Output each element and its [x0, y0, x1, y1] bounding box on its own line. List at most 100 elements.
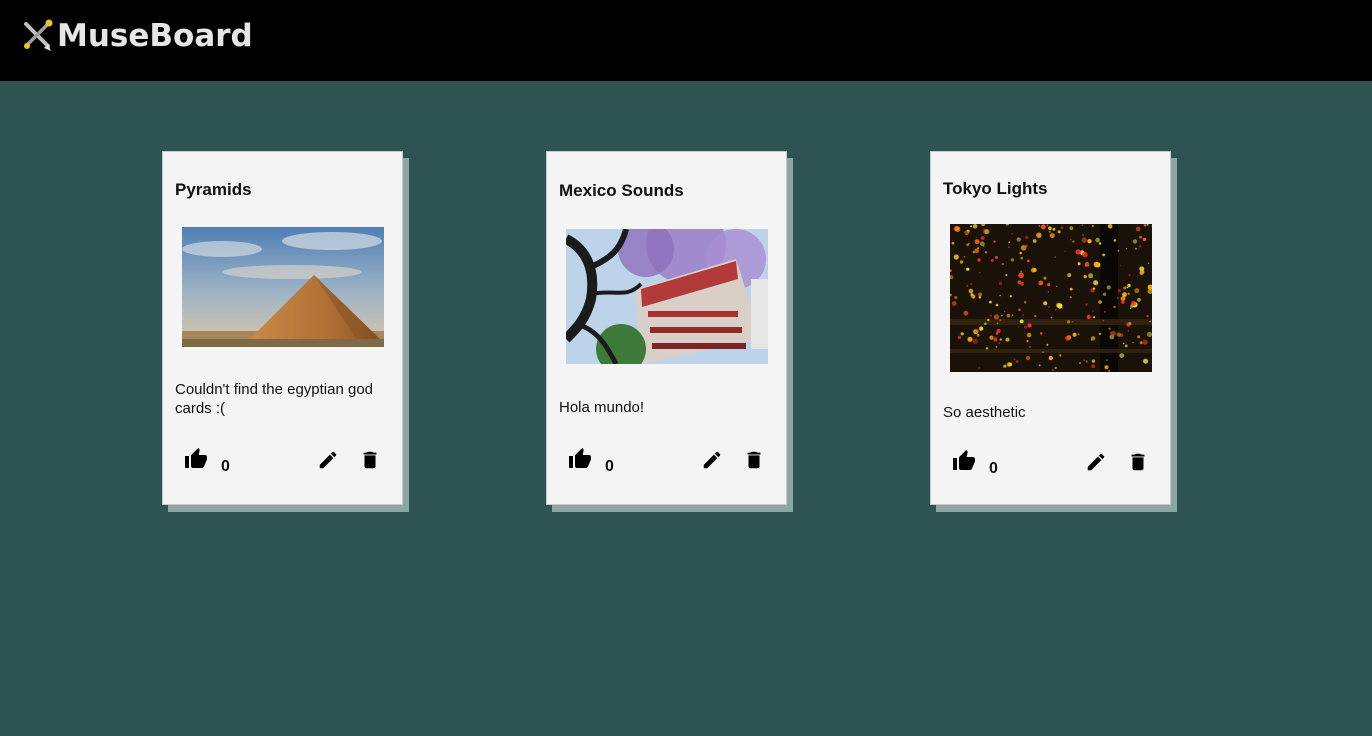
light-dot	[951, 241, 955, 245]
light-dot	[963, 310, 969, 316]
card-description: So aesthetic	[943, 404, 1026, 421]
light-dot	[1052, 369, 1054, 371]
light-dot	[966, 267, 970, 271]
light-dot	[1126, 286, 1129, 289]
light-dot	[1011, 233, 1013, 235]
light-dot	[1119, 264, 1122, 266]
light-dot	[1137, 297, 1141, 302]
light-dot	[1066, 335, 1072, 340]
light-dot	[1079, 362, 1081, 364]
light-dot	[1071, 320, 1074, 323]
card-title: Mexico Sounds	[559, 181, 684, 200]
light-dot	[1081, 237, 1087, 243]
light-dot	[1020, 256, 1024, 260]
light-dot	[1057, 230, 1061, 234]
light-dot	[1127, 292, 1130, 295]
light-dot	[990, 258, 994, 262]
light-dot	[954, 226, 961, 232]
light-dot	[1142, 237, 1147, 242]
light-dot	[1075, 249, 1081, 255]
light-dot	[1081, 224, 1083, 226]
light-dot	[984, 322, 987, 326]
light-dot	[1043, 276, 1047, 280]
light-dot	[1139, 235, 1142, 239]
light-dot	[1104, 365, 1109, 370]
app-title: MuseBoard	[57, 18, 253, 54]
light-dot	[1046, 224, 1049, 227]
light-dot	[1048, 306, 1050, 308]
like-count: 0	[989, 460, 998, 477]
light-dot	[995, 345, 998, 348]
light-dot	[1104, 310, 1106, 313]
light-dot	[1095, 283, 1098, 286]
light-dot	[1003, 364, 1007, 368]
light-dot	[1116, 297, 1119, 299]
light-dot	[1059, 354, 1062, 357]
light-dot	[1085, 360, 1088, 363]
light-dot	[1087, 239, 1092, 244]
light-dot	[1010, 258, 1015, 262]
light-dot	[1093, 316, 1096, 319]
light-dot	[1083, 359, 1085, 361]
light-dot	[953, 254, 959, 260]
edit-button[interactable]	[1083, 449, 1109, 475]
delete-button[interactable]	[1125, 449, 1151, 475]
light-dot	[1025, 356, 1031, 361]
light-dot	[984, 251, 988, 254]
light-dot	[1117, 249, 1120, 252]
thumb-up-icon	[953, 450, 975, 470]
light-dot	[966, 285, 968, 287]
light-dot	[1069, 287, 1073, 291]
light-dot	[1032, 268, 1037, 272]
edit-button[interactable]	[315, 447, 341, 473]
light-dot	[972, 338, 978, 344]
light-dot	[1143, 358, 1149, 364]
light-dot	[951, 301, 957, 306]
light-dot	[1028, 345, 1031, 348]
light-dot	[1020, 245, 1027, 251]
light-dot	[1128, 273, 1131, 277]
light-dot	[1011, 314, 1014, 316]
light-dot	[1121, 300, 1125, 304]
light-dot	[1131, 300, 1136, 306]
light-dot	[1019, 319, 1024, 324]
jacaranda-building-photo	[566, 229, 768, 364]
light-dot	[1048, 356, 1053, 361]
edit-button[interactable]	[699, 447, 725, 473]
brand-home-link[interactable]: MuseBoard	[20, 16, 253, 56]
light-dot	[1057, 303, 1063, 309]
light-dot	[1019, 251, 1022, 255]
light-dot	[954, 296, 958, 300]
delete-button[interactable]	[741, 447, 767, 473]
light-dot	[1060, 226, 1064, 229]
light-dot	[1084, 262, 1090, 267]
delete-button[interactable]	[357, 447, 383, 473]
light-dot	[1048, 230, 1051, 233]
light-dot	[1024, 301, 1027, 304]
light-dot	[1072, 240, 1075, 243]
light-dot	[996, 328, 1001, 333]
light-dot	[984, 229, 990, 235]
light-dot	[1082, 234, 1084, 236]
light-dot	[1077, 262, 1081, 266]
light-dot	[975, 329, 979, 333]
like-button[interactable]	[183, 446, 209, 472]
like-count: 0	[221, 458, 230, 475]
light-dot	[1092, 310, 1094, 312]
like-button[interactable]	[567, 446, 593, 472]
light-dot	[1008, 241, 1011, 244]
light-dot	[1048, 226, 1052, 231]
light-dot	[1139, 341, 1143, 345]
light-dot	[959, 260, 964, 264]
card-description: Couldn't find the egyptian god cards :(	[175, 381, 374, 417]
light-dot	[1106, 285, 1111, 290]
light-dot	[1013, 358, 1016, 361]
card-pyramids: Pyramids Couldn't find the egyptian god …	[162, 151, 403, 505]
light-dot	[1027, 323, 1032, 328]
like-button[interactable]	[951, 448, 977, 474]
light-dot	[1142, 339, 1148, 345]
light-dot	[1148, 262, 1150, 264]
light-dot	[1134, 288, 1140, 294]
light-dot	[976, 333, 980, 337]
light-dot	[1017, 280, 1022, 285]
